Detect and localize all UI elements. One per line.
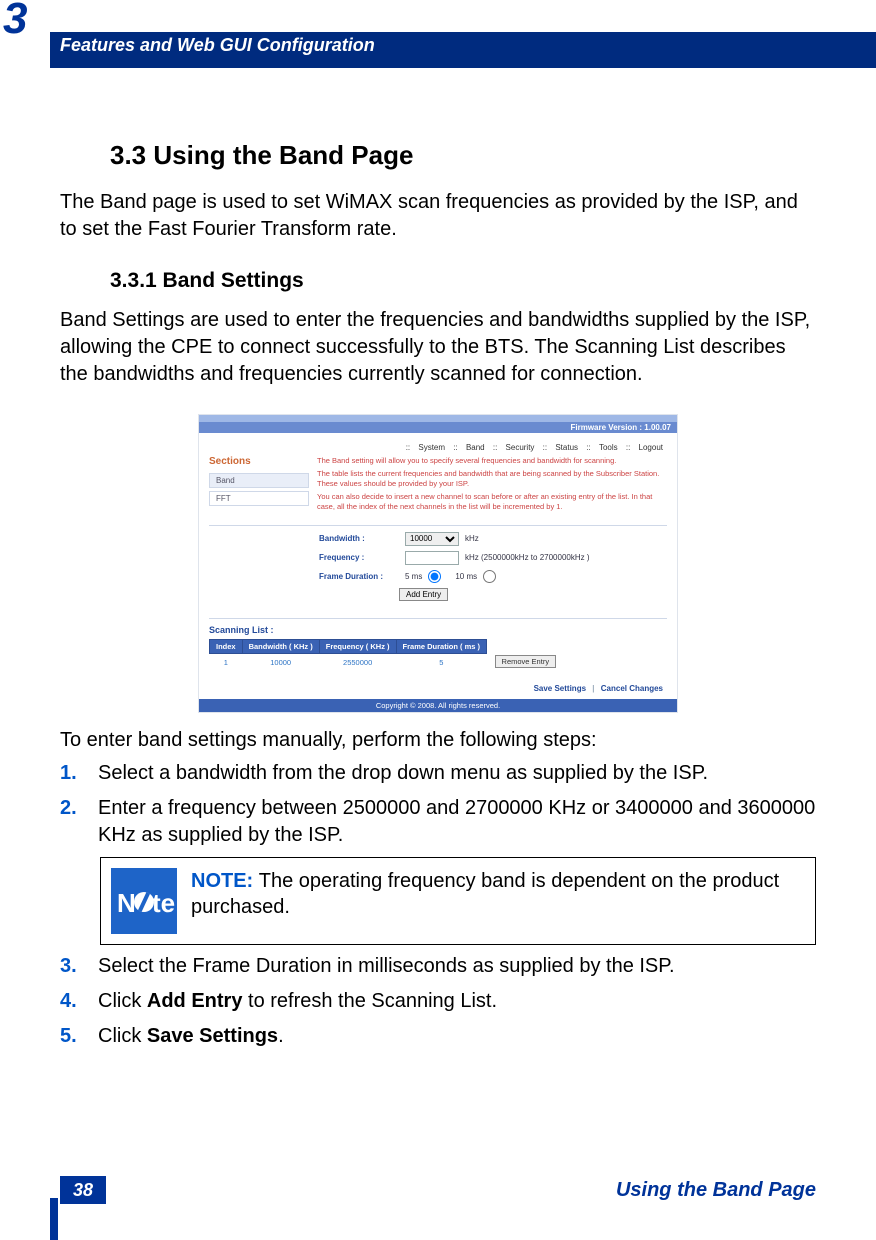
bandwidth-select[interactable]: 10000 — [405, 532, 459, 546]
frequency-label: Frequency : — [319, 553, 399, 562]
note-body: The operating frequency band is dependen… — [191, 870, 779, 918]
nav-bar: :: System :: Band :: Security :: Status … — [199, 433, 677, 456]
note-icon: N te — [111, 868, 177, 934]
th-frame-duration: Frame Duration ( ms ) — [396, 639, 487, 653]
frequency-unit: kHz (2500000kHz to 2700000kHz ) — [465, 553, 590, 562]
section-heading: 3.3 Using the Band Page — [110, 140, 816, 171]
th-bandwidth: Bandwidth ( KHz ) — [242, 639, 319, 653]
figure-copyright: Copyright © 2008. All rights reserved. — [199, 699, 677, 712]
footer-accent — [50, 1198, 58, 1240]
svg-text:te: te — [152, 888, 175, 918]
bandwidth-label: Bandwidth : — [319, 534, 399, 543]
figure-description: The Band setting will allow you to speci… — [317, 456, 667, 515]
nav-status[interactable]: :: Status — [543, 443, 578, 452]
page-number: 38 — [60, 1176, 106, 1204]
steps-intro: To enter band settings manually, perform… — [60, 729, 816, 752]
cancel-changes-link[interactable]: Cancel Changes — [601, 684, 663, 693]
scanning-list-table: Index Bandwidth ( KHz ) Frequency ( KHz … — [209, 639, 564, 671]
subsection-heading: 3.3.1 Band Settings — [110, 269, 816, 293]
sections-label: Sections — [209, 456, 309, 467]
step-3: 3. Select the Frame Duration in millisec… — [60, 953, 816, 980]
frame-duration-radio-10[interactable] — [483, 570, 496, 583]
frame-duration-label: Frame Duration : — [319, 572, 399, 581]
frame-duration-10ms: 10 ms — [455, 572, 477, 581]
sidebar-item-fft[interactable]: FFT — [209, 491, 309, 506]
frame-duration-5ms: 5 ms — [405, 572, 422, 581]
nav-system[interactable]: :: System — [406, 443, 445, 452]
nav-band[interactable]: :: Band — [453, 443, 484, 452]
footer-title: Using the Band Page — [616, 1179, 816, 1202]
nav-logout[interactable]: :: Logout — [626, 443, 663, 452]
frame-duration-radio-5[interactable] — [428, 570, 441, 583]
nav-security[interactable]: :: Security — [493, 443, 535, 452]
svg-text:N: N — [117, 888, 136, 918]
remove-entry-button[interactable]: Remove Entry — [495, 655, 557, 668]
add-entry-button[interactable]: Add Entry — [399, 588, 448, 601]
subsection-body: Band Settings are used to enter the freq… — [60, 307, 816, 388]
screenshot-figure: Firmware Version : 1.00.07 :: System :: … — [198, 414, 678, 713]
step-2: 2. Enter a frequency between 2500000 and… — [60, 795, 816, 849]
scanning-list-heading: Scanning List : — [209, 625, 667, 635]
section-intro: The Band page is used to set WiMAX scan … — [60, 189, 816, 243]
save-settings-link[interactable]: Save Settings — [534, 684, 586, 693]
note-box: N te NOTE: The operating frequency band … — [100, 857, 816, 945]
th-index: Index — [210, 639, 243, 653]
th-frequency: Frequency ( KHz ) — [319, 639, 396, 653]
step-1: 1. Select a bandwidth from the drop down… — [60, 760, 816, 787]
frequency-input[interactable] — [405, 551, 459, 565]
nav-tools[interactable]: :: Tools — [586, 443, 617, 452]
figure-container: Firmware Version : 1.00.07 :: System :: … — [60, 414, 816, 713]
header-title: Features and Web GUI Configuration — [60, 35, 375, 56]
bandwidth-unit: kHz — [465, 534, 479, 543]
step-4: 4. Click Add Entry to refresh the Scanni… — [60, 988, 816, 1015]
chapter-number: 3 — [3, 0, 27, 44]
firmware-version: Firmware Version : 1.00.07 — [199, 422, 677, 433]
step-5: 5. Click Save Settings. — [60, 1023, 816, 1050]
sidebar-item-band[interactable]: Band — [209, 473, 309, 488]
note-label: NOTE: — [191, 870, 259, 892]
table-row: 1 10000 2550000 5 Remove Entry — [210, 653, 565, 670]
